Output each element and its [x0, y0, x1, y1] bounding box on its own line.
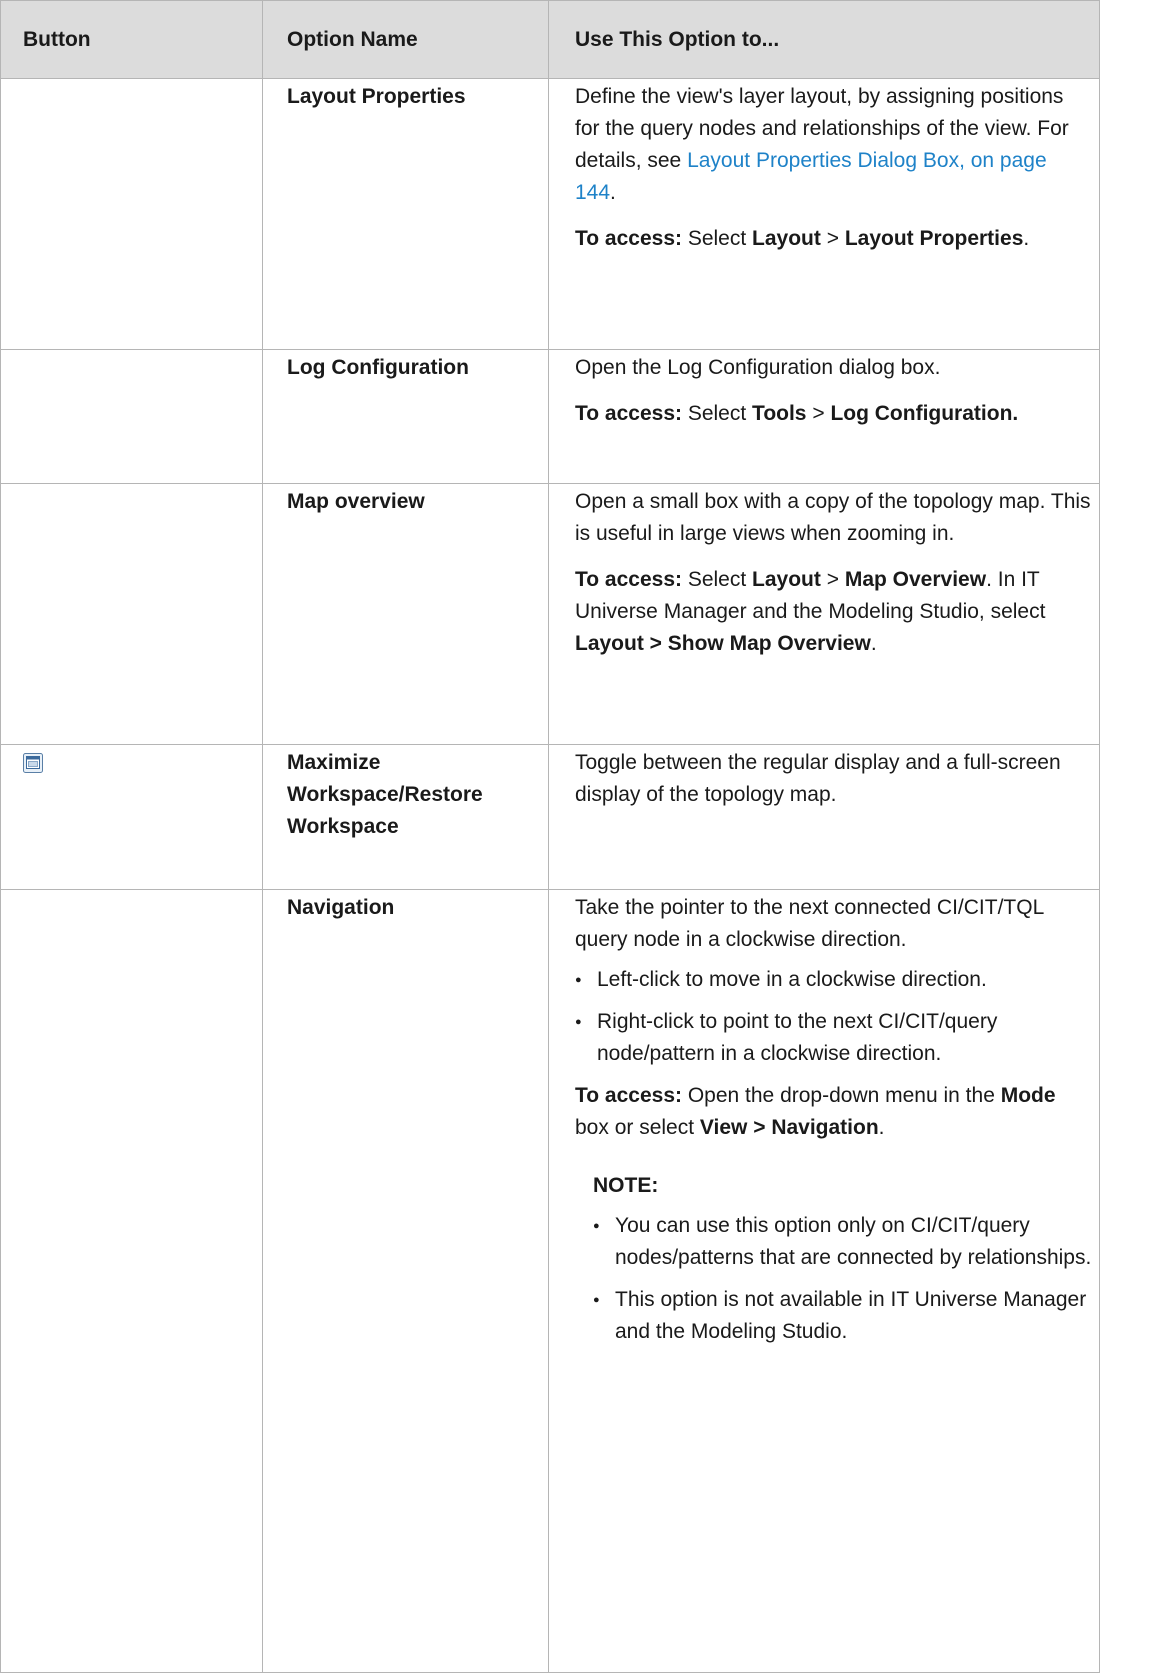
list-item: Left-click to move in a clockwise direct…	[575, 964, 1093, 996]
list-item: This option is not available in IT Unive…	[593, 1284, 1093, 1348]
option-name: Maximize Workspace/Restore Workspace	[287, 751, 483, 838]
menu-item-name: Layout Properties	[844, 227, 1024, 250]
access-end: .	[878, 1116, 885, 1139]
access-instructions: To access: Select Layout > Layout Proper…	[575, 223, 1093, 255]
access-instructions: To access: Select Tools > Log Configurat…	[575, 398, 1093, 430]
menu-item-name: Log Configuration.	[830, 402, 1019, 425]
note-block: NOTE: You can use this option only on CI…	[575, 1170, 1093, 1348]
options-table: Button Option Name Use This Option to...…	[0, 0, 1100, 1673]
access-label: To access:	[575, 402, 682, 425]
button-cell	[0, 889, 263, 1673]
description-end: .	[610, 181, 616, 204]
option-name-cell: Layout Properties	[262, 78, 549, 350]
access-label: To access:	[575, 1084, 682, 1107]
bullet-list: Left-click to move in a clockwise direct…	[575, 964, 1093, 1070]
option-name: Navigation	[287, 896, 395, 919]
description-cell: Define the view's layer layout, by assig…	[548, 78, 1100, 350]
description: Define the view's layer layout, by assig…	[575, 79, 1093, 209]
menu-name: Tools	[752, 402, 807, 425]
note-label: NOTE:	[593, 1174, 659, 1197]
access-instructions: To access: Open the drop-down menu in th…	[575, 1080, 1093, 1144]
description: Take the pointer to the next connected C…	[575, 896, 1044, 951]
maximize-workspace-icon-svg	[23, 753, 43, 773]
table-row: Log Configuration Open the Log Configura…	[0, 349, 1100, 484]
list-item: You can use this option only on CI/CIT/q…	[593, 1210, 1093, 1274]
mode-box-name: Mode	[1000, 1084, 1056, 1107]
button-cell	[0, 483, 263, 745]
menu-name: Layout	[752, 568, 821, 591]
note-list: You can use this option only on CI/CIT/q…	[593, 1210, 1093, 1348]
access-end: .	[870, 632, 877, 655]
access-separator: >	[820, 227, 845, 250]
access-label: To access:	[575, 568, 682, 591]
access-separator: >	[820, 568, 845, 591]
option-name: Log Configuration	[287, 356, 469, 379]
access-text: Select	[682, 568, 753, 591]
description: Open a small box with a copy of the topo…	[575, 490, 1091, 545]
button-cell	[0, 78, 263, 350]
option-name-cell: Map overview	[262, 483, 549, 745]
access-text: Select	[682, 402, 753, 425]
table-header-row: Button Option Name Use This Option to...	[0, 0, 1100, 79]
header-use-this-option: Use This Option to...	[548, 0, 1100, 79]
table-row: Layout Properties Define the view's laye…	[0, 78, 1100, 350]
access-instructions: To access: Select Layout > Map Overview.…	[575, 564, 1093, 660]
option-name-cell: Log Configuration	[262, 349, 549, 484]
description-cell: Take the pointer to the next connected C…	[548, 889, 1100, 1673]
maximize-workspace-icon[interactable]	[23, 751, 43, 773]
option-name-cell: Maximize Workspace/Restore Workspace	[262, 744, 549, 890]
access-text: Select	[682, 227, 753, 250]
description: Toggle between the regular display and a…	[575, 751, 1061, 806]
access-text: box or select	[575, 1116, 700, 1139]
option-name-cell: Navigation	[262, 889, 549, 1673]
description-cell: Toggle between the regular display and a…	[548, 744, 1100, 890]
access-text: Open the drop-down menu in the	[682, 1084, 1001, 1107]
access-label: To access:	[575, 227, 682, 250]
description-cell: Open a small box with a copy of the topo…	[548, 483, 1100, 745]
menu-path: Layout > Show Map Overview	[575, 632, 871, 655]
button-cell	[0, 744, 263, 890]
button-cell	[0, 349, 263, 484]
menu-path: View > Navigation	[699, 1116, 879, 1139]
menu-name: Layout	[752, 227, 821, 250]
menu-item-name: Map Overview	[844, 568, 987, 591]
description: Open the Log Configuration dialog box.	[575, 356, 941, 379]
list-item: Right-click to point to the next CI/CIT/…	[575, 1006, 1093, 1070]
header-option-name: Option Name	[262, 0, 549, 79]
access-end: .	[1023, 227, 1030, 250]
table-row: Navigation Take the pointer to the next …	[0, 889, 1100, 1673]
table-row: Maximize Workspace/Restore Workspace Tog…	[0, 744, 1100, 890]
option-name: Map overview	[287, 490, 425, 513]
option-name: Layout Properties	[287, 85, 466, 108]
header-button: Button	[0, 0, 263, 79]
table-row: Map overview Open a small box with a cop…	[0, 483, 1100, 745]
access-separator: >	[806, 402, 831, 425]
description-cell: Open the Log Configuration dialog box. T…	[548, 349, 1100, 484]
